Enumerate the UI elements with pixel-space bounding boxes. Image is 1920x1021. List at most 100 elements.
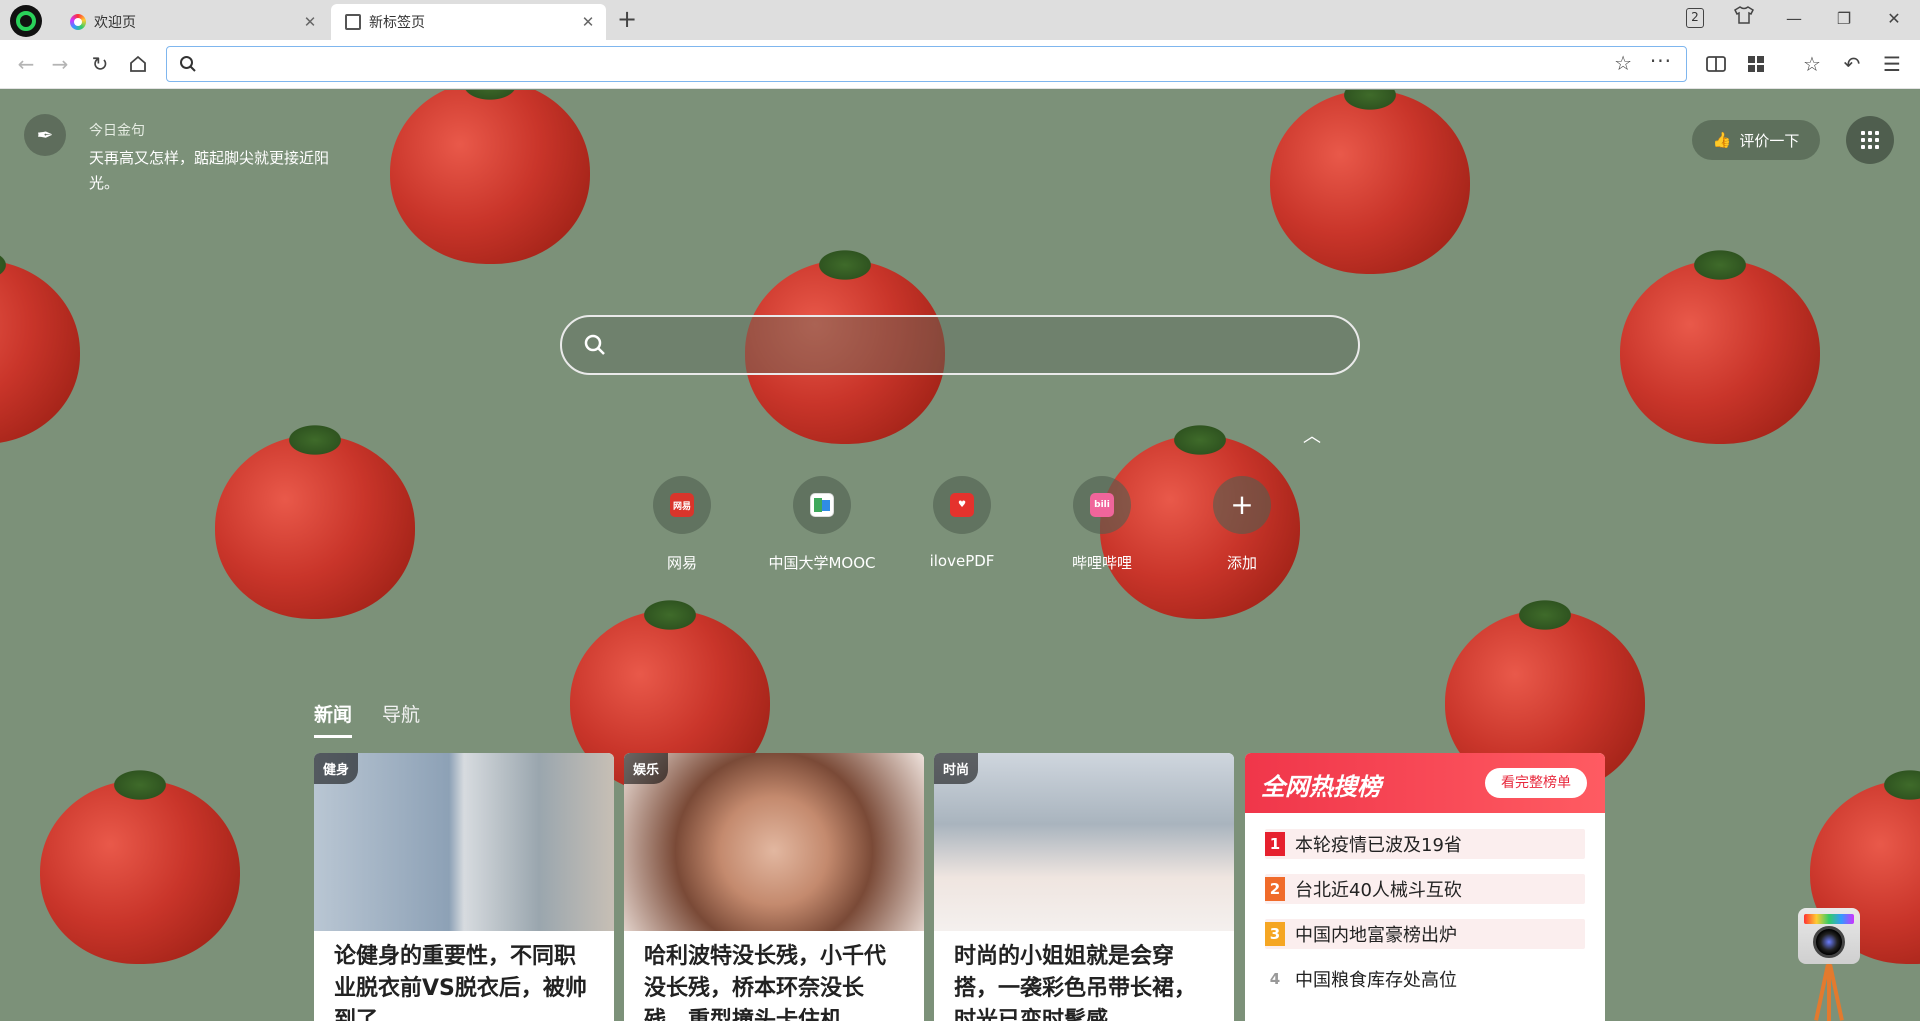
shortcut-icon-circle — [793, 476, 851, 534]
page-icon — [345, 14, 361, 30]
browser-logo-icon[interactable] — [10, 5, 42, 37]
hot-search-title: 全网热搜榜 — [1261, 773, 1381, 801]
shortcut-icon-circle: 网易 — [653, 476, 711, 534]
new-tab-button[interactable]: + — [614, 7, 640, 33]
news-photo: 时尚 — [934, 753, 1234, 931]
thumbs-up-icon: 👍 — [1712, 131, 1732, 149]
shortcut-netease[interactable]: 网易 网易 — [612, 476, 752, 573]
category-tag: 健身 — [314, 753, 359, 784]
category-tag: 娱乐 — [624, 753, 669, 784]
shortcut-add[interactable]: + 添加 — [1172, 476, 1312, 573]
rank-badge: 1 — [1265, 832, 1285, 856]
search-icon — [180, 56, 196, 72]
apps-grid-button[interactable] — [1846, 116, 1894, 164]
tomato-decoration — [0, 248, 170, 470]
hot-search-text: 本轮疫情已波及19省 — [1295, 835, 1462, 856]
shortcut-name: 中国大学MOOC — [768, 554, 876, 572]
hot-search-text: 中国内地富豪榜出炉 — [1295, 925, 1457, 946]
toolbar: ← → ↻ ☆ ··· ☆ ↶ ☰ — [0, 40, 1920, 89]
rank-badge: 3 — [1265, 922, 1285, 946]
tab-count-badge[interactable]: 2 — [1686, 8, 1704, 28]
news-title: 论健身的重要性，不同职业脱衣前VS脱衣后，被帅到了 — [334, 944, 587, 1021]
hot-search-item[interactable]: 1 本轮疫情已波及19省 — [1265, 829, 1585, 859]
close-window-button[interactable]: ✕ — [1876, 6, 1912, 32]
tab-news[interactable]: 新闻 — [314, 700, 353, 738]
shortcut-ilovepdf[interactable]: ♥ ilovePDF — [892, 476, 1032, 570]
hot-search-item[interactable]: 4 中国粮食库存处高位 — [1265, 964, 1585, 994]
ilovepdf-heart-icon: ♥ — [950, 493, 974, 517]
search-icon — [584, 334, 605, 355]
add-shortcut-circle: + — [1213, 476, 1271, 534]
camera-icon — [1798, 908, 1860, 964]
shortcut-icon-circle: bili — [1073, 476, 1131, 534]
reload-button[interactable]: ↻ — [86, 50, 114, 78]
hot-search-item[interactable]: 2 台北近40人械斗互砍 — [1265, 874, 1585, 904]
home-button[interactable] — [124, 50, 152, 78]
shortcut-name: 网易 — [666, 554, 697, 572]
plus-icon: + — [1230, 488, 1254, 521]
extensions-grid-icon[interactable] — [1742, 50, 1770, 78]
collapse-chevron-up-icon[interactable]: ︿ — [1302, 422, 1322, 448]
netease-logo-icon: 网易 — [670, 493, 694, 517]
hot-search-header: 全网热搜榜 看完整榜单 — [1245, 753, 1605, 813]
tab-welcome[interactable]: 欢迎页 ✕ — [56, 4, 328, 40]
tab-bar: 欢迎页 ✕ 新标签页 ✕ + 2 — ❐ ✕ — [0, 0, 1920, 40]
shortcut-name: ilovePDF — [929, 552, 995, 570]
news-card[interactable]: 娱乐 哈利波特没长残，小千代没长残，桥本环奈没长残，重型撞头卡住机 — [624, 753, 924, 1021]
tomato-decoration — [40, 768, 330, 990]
rate-button[interactable]: 👍 评价一下 — [1692, 120, 1820, 160]
rainbow-logo-icon — [70, 14, 86, 30]
shortcut-name: 添加 — [1226, 554, 1257, 572]
news-card[interactable]: 时尚 时尚的小姐姐就是会穿搭，一袭彩色吊带长裙，时光已变时髦感 — [934, 753, 1234, 1021]
tomato-decoration — [390, 90, 680, 290]
shortcut-name: 哔哩哔哩 — [1071, 554, 1132, 572]
close-icon[interactable]: ✕ — [300, 13, 320, 31]
reader-mode-icon[interactable] — [1702, 50, 1730, 78]
shortcut-mooc[interactable]: 中国大学MOOC — [752, 476, 892, 573]
minimize-button[interactable]: — — [1776, 6, 1812, 32]
rank-badge: 4 — [1269, 970, 1281, 988]
news-card[interactable]: 健身 论健身的重要性，不同职业脱衣前VS脱衣后，被帅到了 — [314, 753, 614, 1021]
skin-shirt-icon[interactable] — [1726, 6, 1762, 32]
quill-icon[interactable]: ✒ — [24, 114, 66, 156]
news-title: 哈利波特没长残，小千代没长残，桥本环奈没长残，重型撞头卡住机 — [644, 944, 887, 1021]
news-photo: 娱乐 — [624, 753, 924, 931]
news-title: 时尚的小姐姐就是会穿搭，一袭彩色吊带长裙，时光已变时髦感 — [954, 944, 1197, 1021]
hot-search-text: 中国粮食库存处高位 — [1295, 970, 1457, 991]
undo-close-icon[interactable]: ↶ — [1838, 50, 1866, 78]
news-photo: 健身 — [314, 753, 614, 931]
search-box[interactable] — [560, 315, 1360, 375]
tomato-decoration — [1270, 90, 1560, 300]
search-input[interactable] — [632, 331, 1332, 359]
tomato-decoration — [1620, 248, 1910, 470]
back-button[interactable]: ← — [12, 50, 40, 78]
restore-button[interactable]: ❐ — [1826, 6, 1862, 32]
category-tag: 时尚 — [934, 753, 979, 784]
tab-new-tab[interactable]: 新标签页 ✕ — [331, 4, 606, 40]
hot-search-item[interactable]: 3 中国内地富豪榜出炉 — [1265, 919, 1585, 949]
apps-grid-icon — [1861, 131, 1879, 149]
menu-icon[interactable]: ☰ — [1878, 50, 1906, 78]
bookmark-star-icon[interactable]: ☆ — [1614, 51, 1632, 75]
hot-search-text: 台北近40人械斗互砍 — [1295, 880, 1462, 901]
tab-label: 欢迎页 — [94, 15, 136, 31]
forward-button[interactable]: → — [46, 50, 74, 78]
tab-navigation[interactable]: 导航 — [382, 700, 420, 738]
hot-search-list: 1 本轮疫情已波及19省 2 台北近40人械斗互砍 3 中国内地富豪榜出炉 4 … — [1245, 813, 1605, 994]
quote-text: 天再高又怎样，踮起脚尖就更接近阳光。 — [89, 149, 330, 192]
rank-badge: 2 — [1265, 877, 1285, 901]
more-options-icon[interactable]: ··· — [1650, 49, 1672, 73]
camera-screenshot-widget[interactable] — [1798, 908, 1860, 1021]
hot-search-panel: 全网热搜榜 看完整榜单 1 本轮疫情已波及19省 2 台北近40人械斗互砍 3 … — [1245, 753, 1605, 1021]
tab-label: 新标签页 — [369, 15, 425, 31]
close-icon[interactable]: ✕ — [578, 13, 598, 31]
quote-label: 今日金句 — [89, 123, 145, 139]
favorites-list-icon[interactable]: ☆ — [1798, 50, 1826, 78]
address-input[interactable] — [207, 53, 1567, 75]
news-tabs: 新闻 导航 — [314, 700, 420, 738]
bilibili-logo-icon: bili — [1090, 493, 1114, 517]
view-full-list-button[interactable]: 看完整榜单 — [1485, 768, 1587, 798]
address-bar[interactable]: ☆ ··· — [166, 46, 1687, 82]
shortcut-bilibili[interactable]: bili 哔哩哔哩 — [1032, 476, 1172, 573]
mooc-logo-icon — [810, 493, 834, 517]
